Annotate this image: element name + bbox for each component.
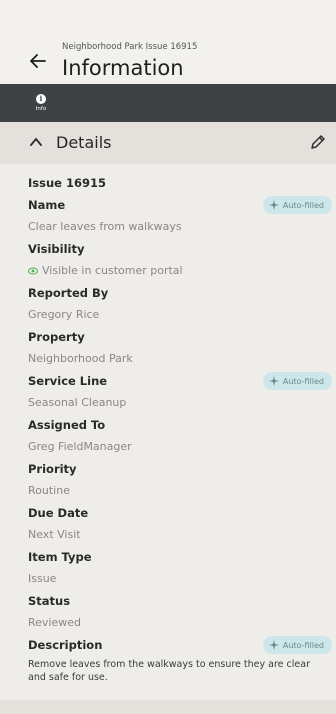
auto-filled-chip-description[interactable]: Auto-filled xyxy=(262,636,332,654)
status-label: Status xyxy=(28,594,71,608)
due-date-label-row: Due Date xyxy=(28,502,336,524)
service-line-value-row: Seasonal Cleanup xyxy=(28,392,336,414)
visibility-label-row: Visibility xyxy=(28,238,336,260)
reported-by-label: Reported By xyxy=(28,286,109,300)
page-title: Information xyxy=(62,56,184,80)
priority-label: Priority xyxy=(28,462,77,476)
auto-filled-label: Auto-filled xyxy=(282,200,324,210)
priority-label-row: Priority xyxy=(28,458,336,480)
due-date-label: Due Date xyxy=(28,506,89,520)
pencil-icon[interactable] xyxy=(308,132,328,152)
property-label-row: Property xyxy=(28,326,336,348)
visibility-value-wrap: Visible in customer portal xyxy=(28,260,336,282)
auto-filled-label: Auto-filled xyxy=(282,376,324,386)
item-type-value: Issue xyxy=(28,572,57,585)
issue-id-row: Issue 16915 xyxy=(28,172,336,194)
status-value: Reviewed xyxy=(28,616,81,629)
arrow-left-icon[interactable] xyxy=(26,49,50,73)
details-content: Issue 16915 Name Auto-filled Clear leave… xyxy=(0,164,336,684)
issue-id: Issue 16915 xyxy=(28,176,106,190)
visibility-value-row: Visible in customer portal xyxy=(28,260,336,282)
visibility-label: Visibility xyxy=(28,242,85,256)
sparkle-icon xyxy=(268,376,279,386)
auto-filled-chip-service-line[interactable]: Auto-filled xyxy=(262,372,332,390)
auto-filled-label: Auto-filled xyxy=(282,640,324,650)
tab-info[interactable]: i Info xyxy=(29,91,53,112)
info-icon: i xyxy=(36,94,46,104)
service-line-value: Seasonal Cleanup xyxy=(28,396,127,409)
reported-by-label-row: Reported By xyxy=(28,282,336,304)
bottom-divider xyxy=(0,700,336,714)
auto-filled-chip-name[interactable]: Auto-filled xyxy=(262,196,332,214)
reported-by-value: Gregory Rice xyxy=(28,308,100,321)
assigned-to-value: Greg FieldManager xyxy=(28,440,132,453)
property-value: Neighborhood Park xyxy=(28,352,133,365)
name-value: Clear leaves from walkways xyxy=(28,220,182,233)
app-header: Neighborhood Park Issue 16915 Informatio… xyxy=(0,0,336,84)
assigned-to-value-row: Greg FieldManager xyxy=(28,436,336,458)
name-value-row: Clear leaves from walkways xyxy=(28,216,336,238)
sparkle-icon xyxy=(268,200,279,210)
property-value-row: Neighborhood Park xyxy=(28,348,336,370)
tab-bar: i Info xyxy=(0,84,336,122)
description-label-row: Description Auto-filled xyxy=(28,634,336,656)
tab-info-label: Info xyxy=(35,106,47,112)
status-value-row: Reviewed xyxy=(28,612,336,634)
priority-value: Routine xyxy=(28,484,70,497)
due-date-value: Next Visit xyxy=(28,528,81,541)
property-label: Property xyxy=(28,330,85,344)
page-subtitle: Neighborhood Park Issue 16915 xyxy=(62,42,198,52)
priority-value-row: Routine xyxy=(28,480,336,502)
details-section-header: Details xyxy=(0,122,336,164)
section-title: Details xyxy=(56,133,112,152)
item-type-label: Item Type xyxy=(28,550,92,564)
service-line-label-row: Service Line Auto-filled xyxy=(28,370,336,392)
visibility-value: Visible in customer portal xyxy=(42,264,183,277)
chevron-up-icon[interactable] xyxy=(30,136,42,150)
assigned-to-label-row: Assigned To xyxy=(28,414,336,436)
item-type-value-row: Issue xyxy=(28,568,336,590)
assigned-to-label: Assigned To xyxy=(28,418,106,432)
sparkle-icon xyxy=(268,640,279,650)
reported-by-value-row: Gregory Rice xyxy=(28,304,336,326)
status-label-row: Status xyxy=(28,590,336,612)
due-date-value-row: Next Visit xyxy=(28,524,336,546)
eye-icon xyxy=(28,267,38,275)
item-type-label-row: Item Type xyxy=(28,546,336,568)
name-label-row: Name Auto-filled xyxy=(28,194,336,216)
description-value: Remove leaves from the walkways to ensur… xyxy=(28,659,310,683)
